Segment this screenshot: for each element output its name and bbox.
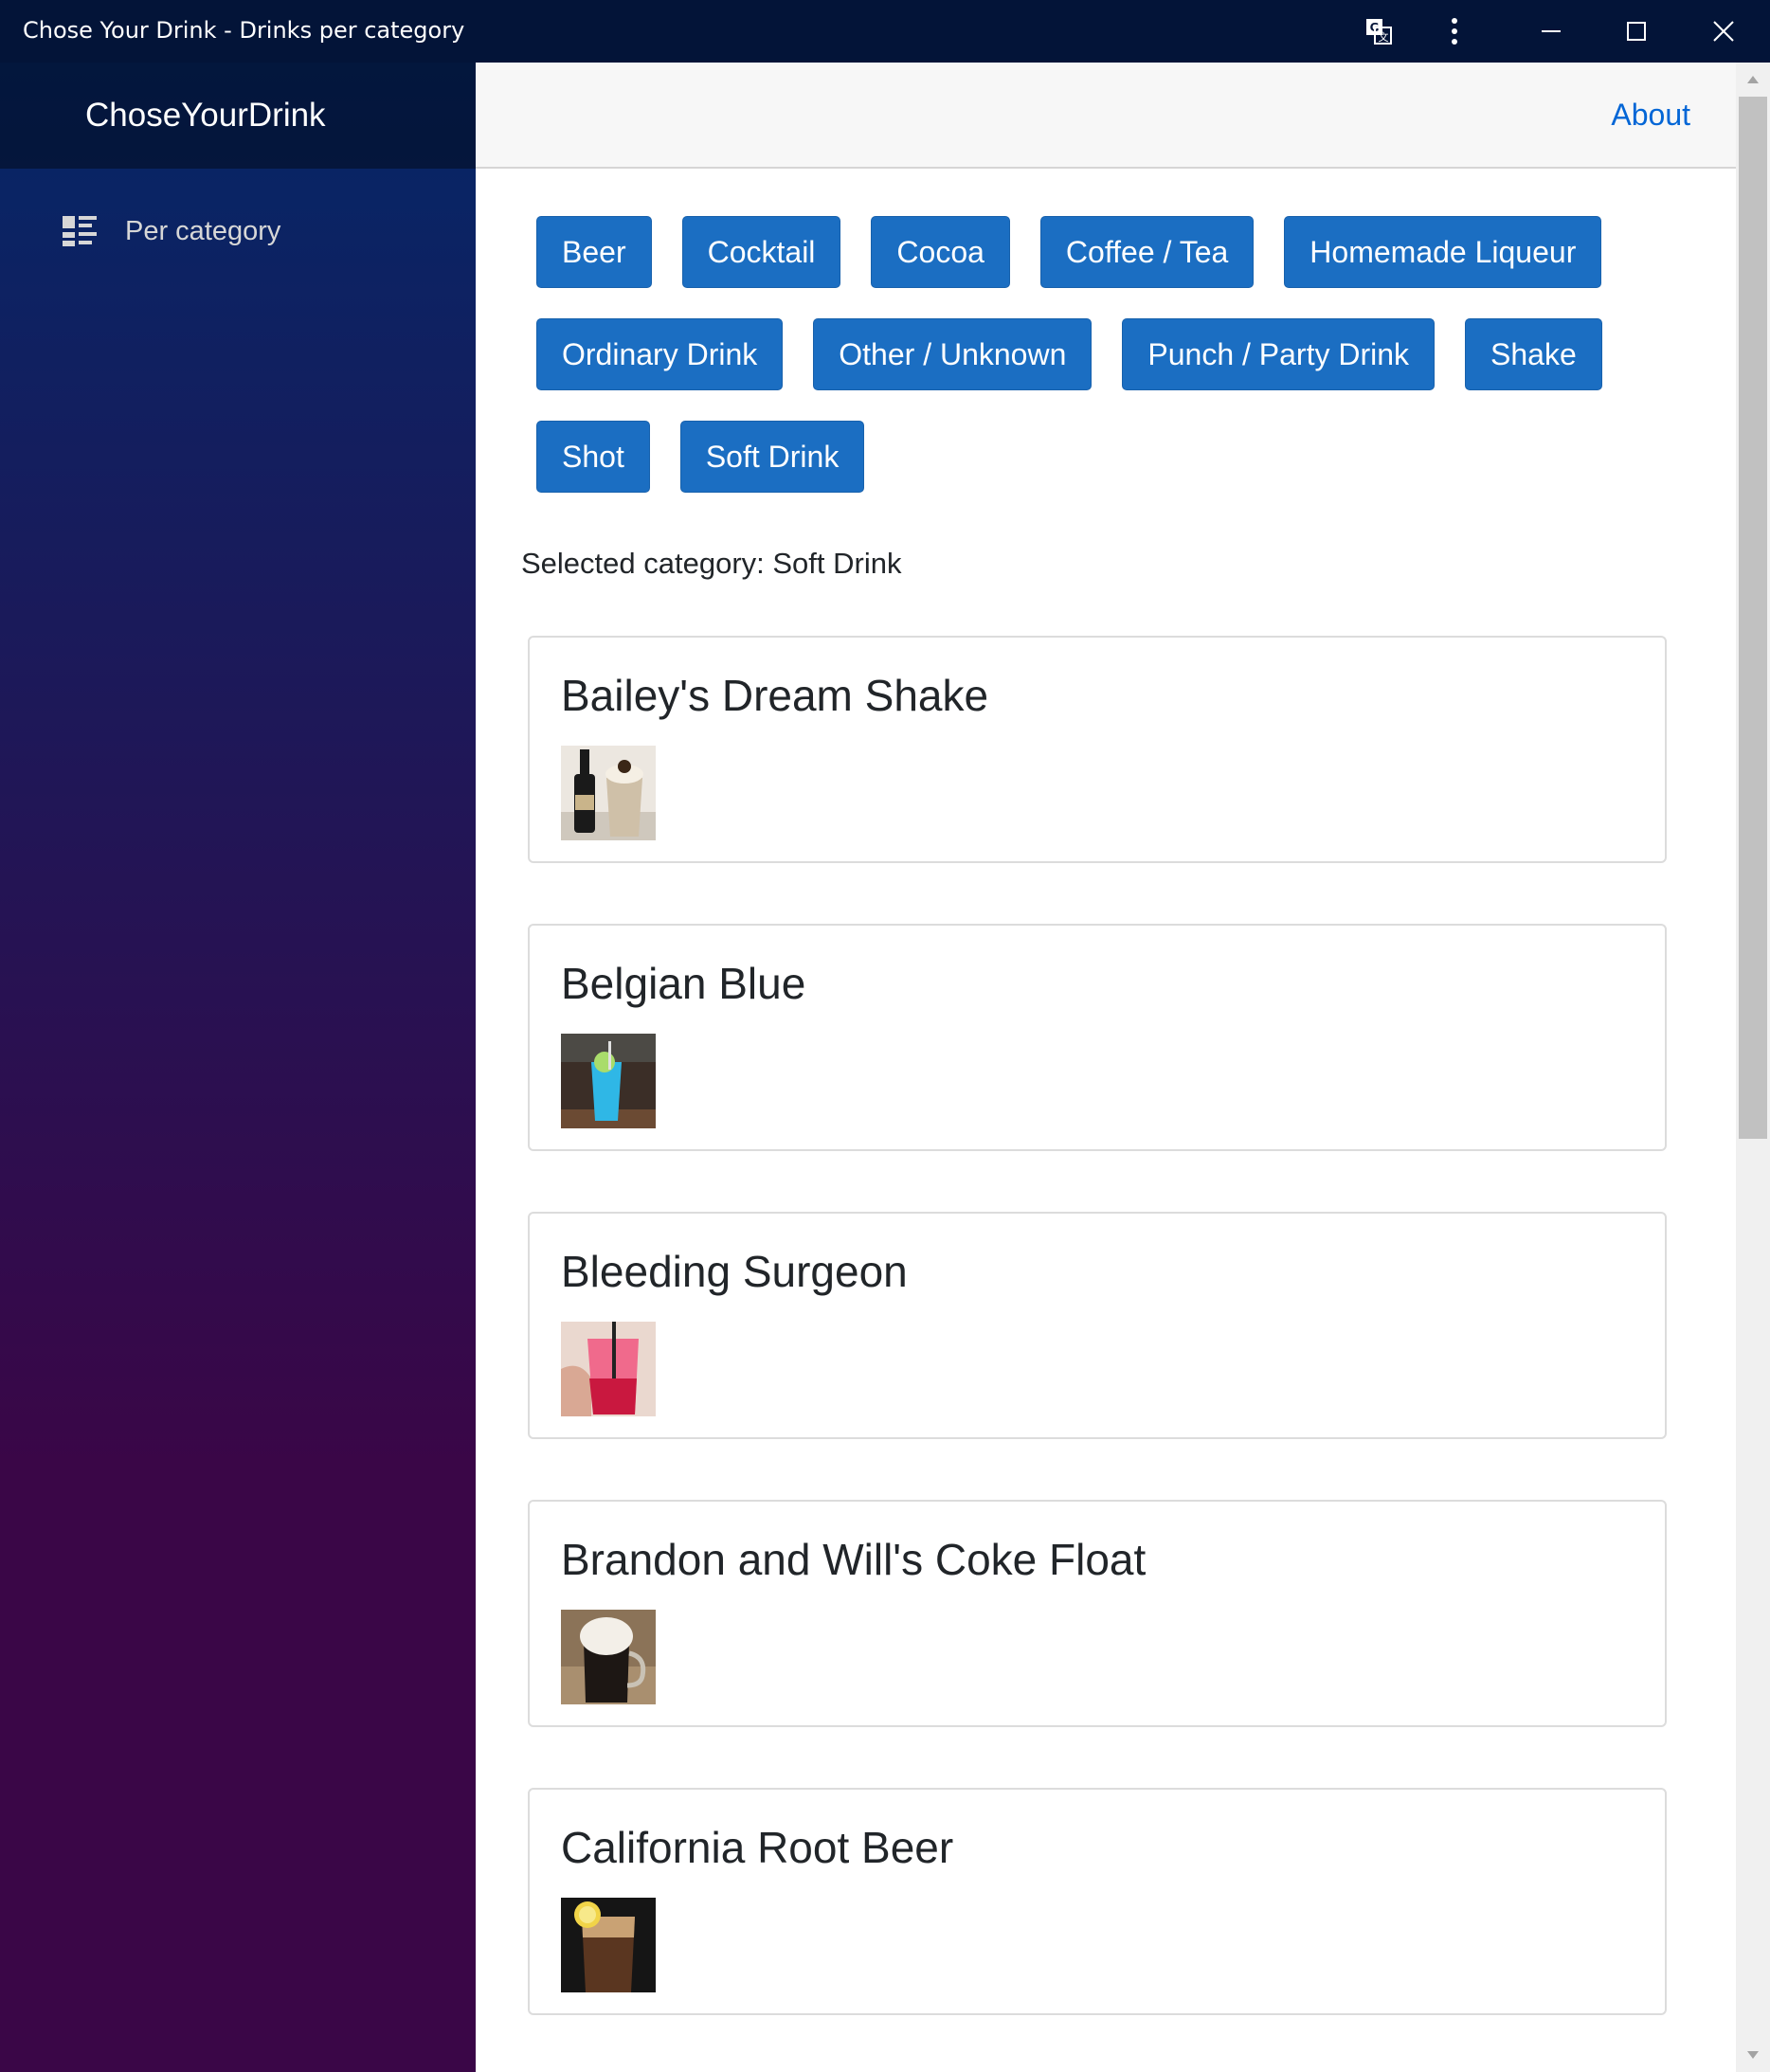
close-button[interactable] xyxy=(1681,0,1766,63)
category-list-icon xyxy=(61,212,99,250)
category-button-soft-drink[interactable]: Soft Drink xyxy=(679,421,865,493)
drink-thumbnail xyxy=(561,1610,656,1704)
category-button-shake[interactable]: Shake xyxy=(1465,318,1602,390)
window-titlebar: Chose Your Drink - Drinks per category G… xyxy=(0,0,1770,63)
drink-name[interactable]: Bleeding Surgeon xyxy=(561,1246,1665,1312)
drink-card: Brandon and Will's Coke Float xyxy=(528,1500,1667,1727)
drink-thumbnail xyxy=(561,1322,656,1416)
drink-thumbnail xyxy=(561,1034,656,1128)
category-button-coffee-tea[interactable]: Coffee / Tea xyxy=(1039,216,1255,288)
sidebar-item-per-category[interactable]: Per category xyxy=(0,193,476,269)
selected-category-text: Selected category: Soft Drink xyxy=(521,547,902,580)
scroll-thumb[interactable] xyxy=(1739,97,1767,1139)
brand-link[interactable]: ChoseYourDrink xyxy=(85,97,326,135)
drink-name[interactable]: Brandon and Will's Coke Float xyxy=(561,1534,1665,1600)
top-row: About xyxy=(476,63,1736,169)
translate-icon[interactable]: G 文 xyxy=(1336,0,1421,63)
sidebar-item-label: Per category xyxy=(125,215,281,246)
content: Beer Cocktail Cocoa Coffee / Tea Homemad… xyxy=(476,169,1736,2015)
svg-text:文: 文 xyxy=(1379,30,1389,44)
scroll-up-arrow-icon[interactable] xyxy=(1736,63,1770,97)
brand-bar: ChoseYourDrink xyxy=(0,63,476,169)
category-button-punch-party-drink[interactable]: Punch / Party Drink xyxy=(1122,318,1436,390)
minimize-button[interactable] xyxy=(1508,0,1594,63)
category-button-other-unknown[interactable]: Other / Unknown xyxy=(813,318,1093,390)
category-buttons: Beer Cocktail Cocoa Coffee / Tea Homemad… xyxy=(536,216,1654,523)
category-button-ordinary-drink[interactable]: Ordinary Drink xyxy=(536,318,784,390)
drink-thumbnail xyxy=(561,746,656,840)
drink-name[interactable]: Bailey's Dream Shake xyxy=(561,670,1665,736)
drink-card: California Root Beer xyxy=(528,1788,1667,2015)
category-button-cocoa[interactable]: Cocoa xyxy=(871,216,1010,288)
drink-card: Bleeding Surgeon xyxy=(528,1212,1667,1439)
drink-card: Bailey's Dream Shake xyxy=(528,636,1667,863)
vertical-scrollbar[interactable] xyxy=(1736,63,1770,2072)
drink-list: Bailey's Dream Shake Belgian Blue Bleedi… xyxy=(528,636,1683,2015)
drink-thumbnail xyxy=(561,1898,656,1992)
drink-name[interactable]: Belgian Blue xyxy=(561,958,1665,1024)
sidebar: ChoseYourDrink Per category xyxy=(0,63,476,2072)
main-area: About Beer Cocktail Cocoa Coffee / Tea H… xyxy=(476,63,1736,2072)
category-button-shot[interactable]: Shot xyxy=(536,421,650,493)
scroll-down-arrow-icon[interactable] xyxy=(1736,2038,1770,2072)
drink-card: Belgian Blue xyxy=(528,924,1667,1151)
category-button-homemade-liqueur[interactable]: Homemade Liqueur xyxy=(1284,216,1602,288)
drink-name[interactable]: California Root Beer xyxy=(561,1822,1665,1888)
about-link[interactable]: About xyxy=(1611,98,1690,133)
more-options-icon[interactable] xyxy=(1412,0,1497,63)
window-title: Chose Your Drink - Drinks per category xyxy=(23,17,465,44)
maximize-button[interactable] xyxy=(1594,0,1679,63)
category-button-beer[interactable]: Beer xyxy=(536,216,652,288)
category-button-cocktail[interactable]: Cocktail xyxy=(681,216,841,288)
